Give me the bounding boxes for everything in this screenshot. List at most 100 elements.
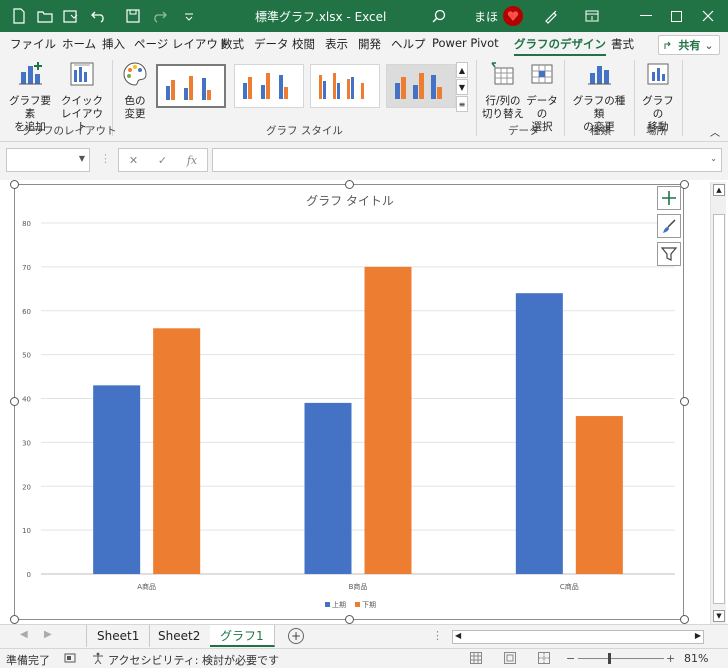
quick-layout-icon xyxy=(70,62,94,86)
resize-handle[interactable] xyxy=(10,615,19,624)
switch-row-column-label: 行/列の 切り替え xyxy=(482,95,524,120)
legend-swatch xyxy=(355,602,360,607)
formula-buttons: ✕ ✓ fx xyxy=(118,148,208,172)
sheet-tab-graph1[interactable]: グラフ1 xyxy=(210,625,275,647)
page-break-view-icon[interactable] xyxy=(538,652,550,667)
move-chart-icon xyxy=(647,63,669,85)
chart-style-2[interactable] xyxy=(234,64,304,108)
search-icon[interactable] xyxy=(428,6,450,26)
tab-page-layout[interactable]: ページ レイアウト xyxy=(134,36,229,52)
tab-file[interactable]: ファイル xyxy=(10,36,56,52)
next-sheet-icon[interactable]: ▶ xyxy=(44,629,52,640)
enter-icon[interactable]: ✓ xyxy=(158,154,167,167)
ribbon-display-icon[interactable] xyxy=(570,0,614,32)
tab-split-grip[interactable]: ⋮ xyxy=(432,629,443,642)
prev-sheet-icon[interactable]: ◀ xyxy=(20,629,28,640)
tab-insert[interactable]: 挿入 xyxy=(102,36,125,52)
normal-view-icon[interactable] xyxy=(470,652,482,667)
tab-formulas[interactable]: 数式 xyxy=(221,36,244,52)
pen-icon[interactable] xyxy=(540,6,562,26)
undo-icon[interactable] xyxy=(88,6,110,26)
name-box[interactable]: ▼ xyxy=(6,148,90,172)
accessibility-icon[interactable] xyxy=(92,652,104,667)
scroll-right-icon[interactable]: ▶ xyxy=(695,631,701,640)
scroll-down-icon[interactable]: ▼ xyxy=(713,610,725,622)
group-label-location: 場所 xyxy=(646,125,667,137)
chart-styles-brush-icon[interactable] xyxy=(657,214,681,238)
sheet-tab-sheet1[interactable]: Sheet1 xyxy=(86,625,151,647)
tab-developer[interactable]: 開発 xyxy=(358,36,381,52)
gallery-down-icon[interactable]: ▼ xyxy=(456,79,468,95)
switch-row-column-button[interactable]: 行/列の 切り替え xyxy=(482,60,524,121)
save-icon[interactable] xyxy=(122,6,144,26)
y-tick-label: 60 xyxy=(22,308,31,316)
tab-help[interactable]: ヘルプ xyxy=(391,36,426,52)
change-colors-button[interactable]: 色の 変更 xyxy=(116,60,154,121)
chart-style-3[interactable] xyxy=(310,64,380,108)
sheet-tab-sheet2[interactable]: Sheet2 xyxy=(148,625,212,647)
y-tick-label: 40 xyxy=(22,396,31,404)
gallery-scroll: ▲ ▼ ≡ xyxy=(456,62,468,112)
legend-label: 上期 xyxy=(332,600,346,609)
resize-handle[interactable] xyxy=(10,180,19,189)
gallery-up-icon[interactable]: ▲ xyxy=(456,62,468,78)
legend-label: 下期 xyxy=(362,601,376,609)
legend-swatch xyxy=(325,602,330,607)
bar-series1 xyxy=(93,385,141,574)
share-icon xyxy=(664,41,672,49)
sheet-tabs-bar: ◀ ▶ Sheet1 Sheet2 グラフ1 + ⋮ ◀ ▶ xyxy=(0,624,728,648)
x-tick-label: A商品 xyxy=(137,582,156,591)
zoom-in-icon[interactable]: + xyxy=(666,652,675,665)
chart-filter-icon[interactable] xyxy=(657,242,681,266)
scroll-up-icon[interactable]: ▲ xyxy=(713,184,725,196)
resize-handle[interactable] xyxy=(10,397,19,406)
resize-handle[interactable] xyxy=(680,615,689,624)
insert-function-icon[interactable]: fx xyxy=(187,154,197,167)
y-tick-label: 70 xyxy=(22,264,31,272)
horizontal-scrollbar[interactable]: ◀ ▶ xyxy=(452,630,704,644)
share-button[interactable]: 共有 ⌄ xyxy=(658,35,720,55)
expand-formula-icon[interactable]: ⌄ xyxy=(710,154,717,163)
formula-input[interactable]: ⌄ xyxy=(212,148,722,172)
zoom-slider[interactable] xyxy=(578,658,664,659)
tab-data[interactable]: データ xyxy=(254,36,289,52)
chart-area[interactable]: グラフ タイトル 0 10 20 30 40 50 60 70 80 A商品 B商品 C商品 上期 下期 xyxy=(14,184,684,620)
open-folder-icon[interactable] xyxy=(34,6,56,26)
chart-style-4[interactable] xyxy=(386,64,456,108)
formula-bar: ▼ ⋮ ✕ ✓ fx ⌄ xyxy=(0,142,728,180)
x-tick-label: C商品 xyxy=(560,582,579,591)
y-tick-label: 80 xyxy=(22,220,31,228)
chart-elements-plus-icon[interactable] xyxy=(657,186,681,210)
zoom-level[interactable]: 81% xyxy=(684,652,708,665)
tab-format[interactable]: 書式 xyxy=(611,36,634,52)
save-as-icon[interactable] xyxy=(60,6,82,26)
customize-qat-icon[interactable] xyxy=(178,6,200,26)
tab-chart-design[interactable]: グラフのデザイン xyxy=(514,36,606,56)
avatar[interactable] xyxy=(503,6,523,26)
scroll-left-icon[interactable]: ◀ xyxy=(455,631,461,640)
new-file-icon[interactable] xyxy=(8,6,30,26)
tab-power-pivot[interactable]: Power Pivot xyxy=(432,36,499,50)
scroll-thumb[interactable] xyxy=(713,214,725,604)
resize-handle[interactable] xyxy=(345,615,354,624)
zoom-out-icon[interactable]: − xyxy=(566,652,575,665)
resize-handle[interactable] xyxy=(345,180,354,189)
collapse-ribbon-icon[interactable]: ︿ xyxy=(710,124,720,139)
zoom-slider-thumb[interactable] xyxy=(608,653,611,664)
chart-style-1[interactable] xyxy=(156,64,226,108)
macro-record-icon[interactable] xyxy=(64,652,76,667)
redo-icon[interactable] xyxy=(148,6,170,26)
group-label-layout: グラフのレイアウト xyxy=(22,125,117,137)
gallery-more-icon[interactable]: ≡ xyxy=(456,96,468,112)
vertical-scrollbar[interactable]: ▲ ▼ xyxy=(710,182,726,624)
resize-handle[interactable] xyxy=(680,397,689,406)
cancel-icon[interactable]: ✕ xyxy=(129,154,138,167)
accessibility-status[interactable]: アクセシビリティ: 検討が必要です xyxy=(108,652,279,668)
add-sheet-icon[interactable]: + xyxy=(288,628,304,644)
user-name[interactable]: まほ xyxy=(474,8,498,25)
tab-review[interactable]: 校閲 xyxy=(292,36,315,52)
page-layout-view-icon[interactable] xyxy=(504,652,516,667)
tab-home[interactable]: ホーム xyxy=(62,36,96,52)
tab-view[interactable]: 表示 xyxy=(325,36,348,52)
close-icon[interactable] xyxy=(686,0,728,32)
